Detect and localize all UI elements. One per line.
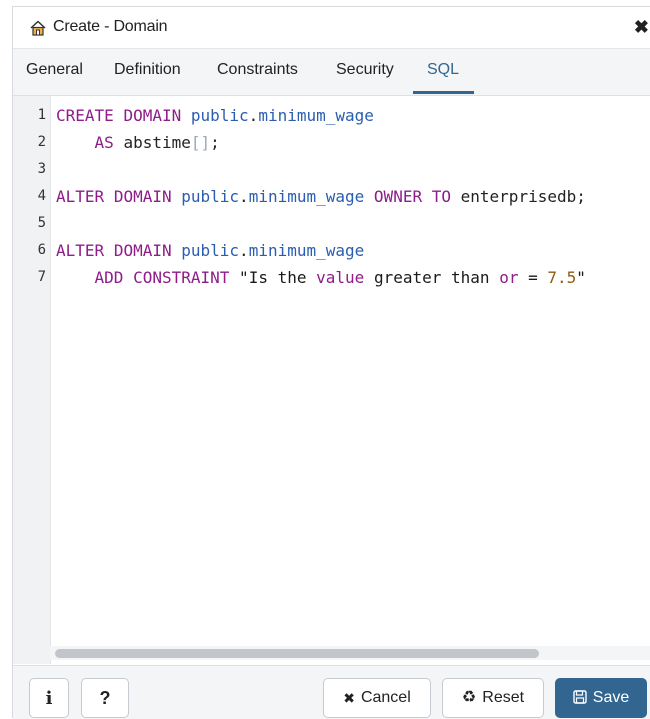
save-button[interactable]: Save xyxy=(555,678,647,718)
tab-security[interactable]: Security xyxy=(336,61,394,79)
dialog-footer: i ? ✖ Cancel ♻ Reset Save xyxy=(13,665,650,719)
close-icon: ✖ xyxy=(343,690,355,706)
tab-sql[interactable]: SQL xyxy=(427,61,459,79)
close-icon[interactable]: ✖ xyxy=(634,18,649,36)
tab-definition[interactable]: Definition xyxy=(114,61,181,79)
dialog-title: Create - Domain xyxy=(53,18,168,35)
scrollbar-thumb[interactable] xyxy=(55,649,539,658)
home-icon xyxy=(29,19,47,37)
line-number: 6 xyxy=(37,242,46,258)
active-tab-indicator xyxy=(413,91,474,94)
line-number: 7 xyxy=(37,269,46,285)
line-number: 5 xyxy=(37,215,46,231)
tab-general[interactable]: General xyxy=(26,61,83,79)
reset-label: Reset xyxy=(482,689,525,706)
info-button[interactable]: i xyxy=(29,678,69,718)
line-number: 3 xyxy=(37,161,46,177)
sql-editor[interactable]: 1 CREATE DOMAIN public.minimum_wage 2 AS a… xyxy=(13,96,650,664)
line-number: 2 xyxy=(37,134,46,150)
recycle-icon: ♻ xyxy=(461,689,477,706)
save-label: Save xyxy=(592,689,630,706)
dialog-titlebar[interactable]: Create - Domain ✖ xyxy=(13,7,650,49)
tab-constraints[interactable]: Constraints xyxy=(217,61,298,79)
cancel-button[interactable]: ✖ Cancel xyxy=(323,678,431,718)
line-number: 4 xyxy=(37,188,46,204)
cancel-label: Cancel xyxy=(360,689,411,706)
line-number: 1 xyxy=(37,107,46,123)
line-code-text[interactable]: ALTER DOMAIN public.minimum_wage OWNER T… xyxy=(56,183,586,210)
create-domain-dialog: Create - Domain ✖ General Definition Con… xyxy=(12,6,650,719)
line-code-text[interactable]: AS abstime[]; xyxy=(56,129,220,156)
help-button[interactable]: ? xyxy=(81,678,129,718)
line-code-text[interactable]: ALTER DOMAIN public.minimum_wage xyxy=(56,237,364,264)
line-code-text[interactable]: CREATE DOMAIN public.minimum_wage xyxy=(56,102,374,129)
line-code-text[interactable]: ADD CONSTRAINT "Is the value greater tha… xyxy=(56,264,586,291)
save-disk-icon xyxy=(573,690,587,706)
tab-bar: General Definition Constraints Security … xyxy=(13,49,650,96)
reset-button[interactable]: ♻ Reset xyxy=(442,678,544,718)
